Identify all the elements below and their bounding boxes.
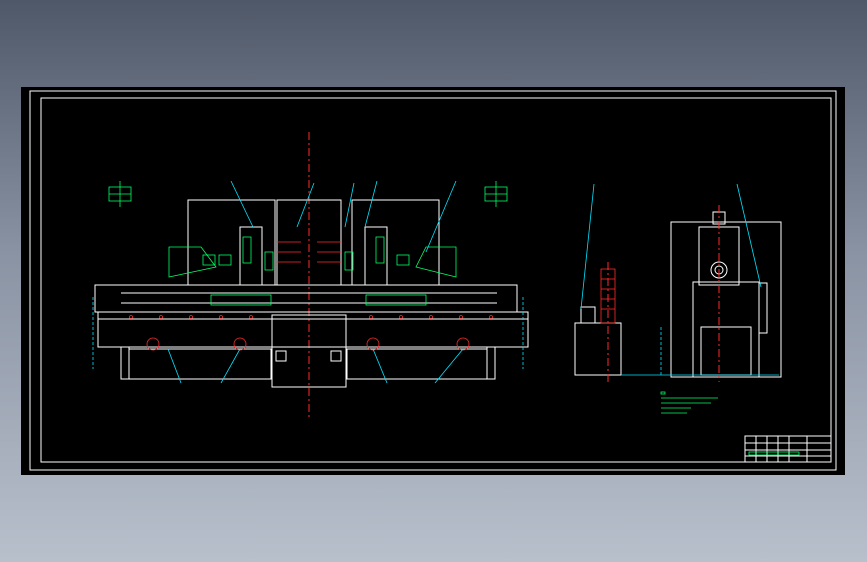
side-handle bbox=[758, 282, 768, 334]
front-leaders bbox=[167, 180, 464, 384]
detail-view-left bbox=[108, 181, 132, 207]
pedestal-box-left bbox=[275, 350, 287, 362]
bed-foot-right bbox=[486, 346, 496, 380]
worktable bbox=[94, 284, 518, 313]
bed-hole-4 bbox=[456, 337, 470, 351]
side-body bbox=[670, 221, 782, 378]
side-base bbox=[692, 281, 760, 378]
right-panel-2 bbox=[396, 254, 410, 266]
pedestal-box-right bbox=[330, 350, 342, 362]
side-lower-box bbox=[700, 326, 752, 376]
bed-body-left bbox=[128, 348, 272, 380]
cad-drawing-canvas[interactable] bbox=[21, 87, 845, 475]
left-panel-3 bbox=[218, 254, 232, 266]
right-panel-1 bbox=[375, 236, 385, 264]
left-wedge bbox=[168, 246, 217, 278]
inner-frame bbox=[40, 97, 832, 463]
side-view bbox=[574, 183, 782, 382]
hydraulic-pump bbox=[580, 306, 596, 324]
right-wedge bbox=[415, 246, 457, 278]
bed-foot-left bbox=[120, 346, 130, 380]
detail-view-right bbox=[484, 181, 508, 207]
bed-bolt-row bbox=[129, 315, 493, 319]
hydraulic-tank bbox=[574, 322, 622, 376]
technical-notes bbox=[660, 391, 718, 414]
bed-hole-2 bbox=[233, 337, 247, 351]
bed-hole-1 bbox=[146, 337, 160, 351]
outer-frame bbox=[29, 90, 837, 471]
title-block bbox=[744, 435, 832, 463]
left-panel-1 bbox=[242, 236, 252, 264]
front-view bbox=[92, 132, 529, 417]
spindle-clamp-left bbox=[264, 251, 274, 271]
bed-hole-3 bbox=[366, 337, 380, 351]
front-dim-lines bbox=[92, 297, 524, 369]
bed-body-right bbox=[346, 348, 488, 380]
